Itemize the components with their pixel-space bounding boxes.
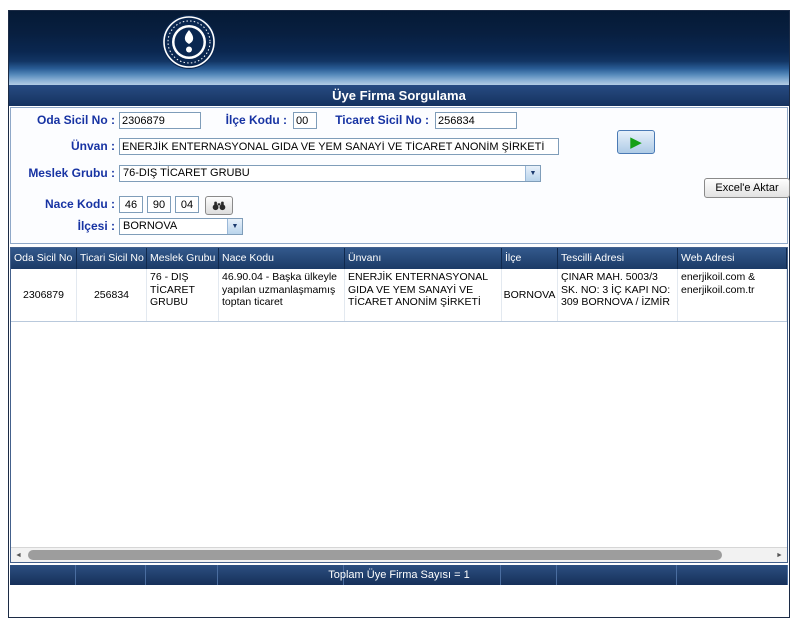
query-form: Oda Sicil No : İlçe Kodu : Ticaret Sicil… (10, 107, 788, 244)
ilcesi-select[interactable]: BORNOVA ▼ (119, 218, 243, 235)
nace-search-button[interactable] (205, 196, 233, 215)
chamber-logo-icon (161, 14, 217, 70)
chevron-down-icon[interactable]: ▼ (227, 219, 242, 234)
unvan-label: Ünvan : (13, 138, 115, 155)
column-header-tescilli-adresi[interactable]: Tescilli Adresi (558, 248, 678, 269)
scrollbar-track[interactable] (26, 548, 772, 562)
results-grid: Oda Sicil No Ticari Sicil No Meslek Grub… (10, 247, 788, 563)
meslek-grubu-select[interactable]: 76-DIŞ TİCARET GRUBU ▼ (119, 165, 541, 182)
cell-ticari-sicil-no: 256834 (77, 269, 147, 321)
cell-ilce: BORNOVA (502, 269, 558, 321)
nace-code-input-2[interactable] (147, 196, 171, 213)
nace-code-input-3[interactable] (175, 196, 199, 213)
ilcesi-label: İlçesi : (13, 218, 115, 235)
column-header-unvani[interactable]: Ünvanı (345, 248, 502, 269)
cell-oda-sicil-no: 2306879 (11, 269, 77, 321)
column-header-web-adresi[interactable]: Web Adresi (678, 248, 787, 269)
table-footer: Toplam Üye Firma Sayısı = 1 (10, 565, 788, 585)
play-icon: ▶ (630, 135, 642, 150)
column-header-meslek-grubu[interactable]: Meslek Grubu (147, 248, 219, 269)
column-header-ilce[interactable]: İlçe (502, 248, 558, 269)
cell-tescilli-adresi: ÇINAR MAH. 5003/3 SK. NO: 3 İÇ KAPI NO: … (558, 269, 678, 321)
page-title: Üye Firma Sorgulama (9, 85, 789, 106)
scroll-left-icon[interactable]: ◄ (11, 548, 26, 562)
query-button[interactable]: ▶ (617, 130, 655, 154)
binoculars-icon (212, 200, 226, 211)
total-count-label: Toplam Üye Firma Sayısı = 1 (10, 565, 788, 585)
cell-web-adresi: enerjikoil.com & enerjikoil.com.tr (678, 269, 787, 321)
column-header-oda-sicil-no[interactable]: Oda Sicil No (11, 248, 77, 269)
chevron-down-icon[interactable]: ▼ (525, 166, 540, 181)
table-row[interactable]: 2306879 256834 76 - DIŞ TİCARET GRUBU 46… (11, 269, 787, 322)
cell-meslek-grubu: 76 - DIŞ TİCARET GRUBU (147, 269, 219, 321)
cell-unvani: ENERJİK ENTERNASYONAL GIDA VE YEM SANAYİ… (345, 269, 502, 321)
meslek-grubu-label: Meslek Grubu : (13, 165, 115, 182)
ilce-kodu-label: İlçe Kodu : (211, 112, 287, 129)
ticaret-sicil-label: Ticaret Sicil No : (317, 112, 429, 129)
ticaret-sicil-input[interactable] (435, 112, 517, 129)
chamber-logo (161, 14, 217, 70)
ilce-kodu-input[interactable] (293, 112, 317, 129)
scroll-right-icon[interactable]: ► (772, 548, 787, 562)
cell-nace-kodu: 46.90.04 - Başka ülkeyle yapılan uzmanla… (219, 269, 345, 321)
oda-sicil-label: Oda Sicil No : (13, 112, 115, 129)
column-header-nace-kodu[interactable]: Nace Kodu (219, 248, 345, 269)
unvan-input[interactable] (119, 138, 559, 155)
nace-code-input-1[interactable] (119, 196, 143, 213)
oda-sicil-input[interactable] (119, 112, 201, 129)
header-banner (9, 11, 789, 85)
horizontal-scrollbar[interactable]: ◄ ► (11, 547, 787, 562)
column-header-ticari-sicil-no[interactable]: Ticari Sicil No (77, 248, 147, 269)
app-window: Üye Firma Sorgulama Oda Sicil No : İlçe … (8, 10, 790, 618)
ilcesi-selected-value: BORNOVA (123, 220, 177, 232)
grid-empty-area (11, 322, 787, 547)
meslek-grubu-selected-value: 76-DIŞ TİCARET GRUBU (123, 167, 250, 179)
grid-header-row: Oda Sicil No Ticari Sicil No Meslek Grub… (11, 248, 787, 269)
nace-kodu-label: Nace Kodu : (13, 196, 115, 213)
scrollbar-thumb[interactable] (28, 550, 722, 560)
excel-export-button[interactable]: Excel'e Aktar (704, 178, 790, 198)
